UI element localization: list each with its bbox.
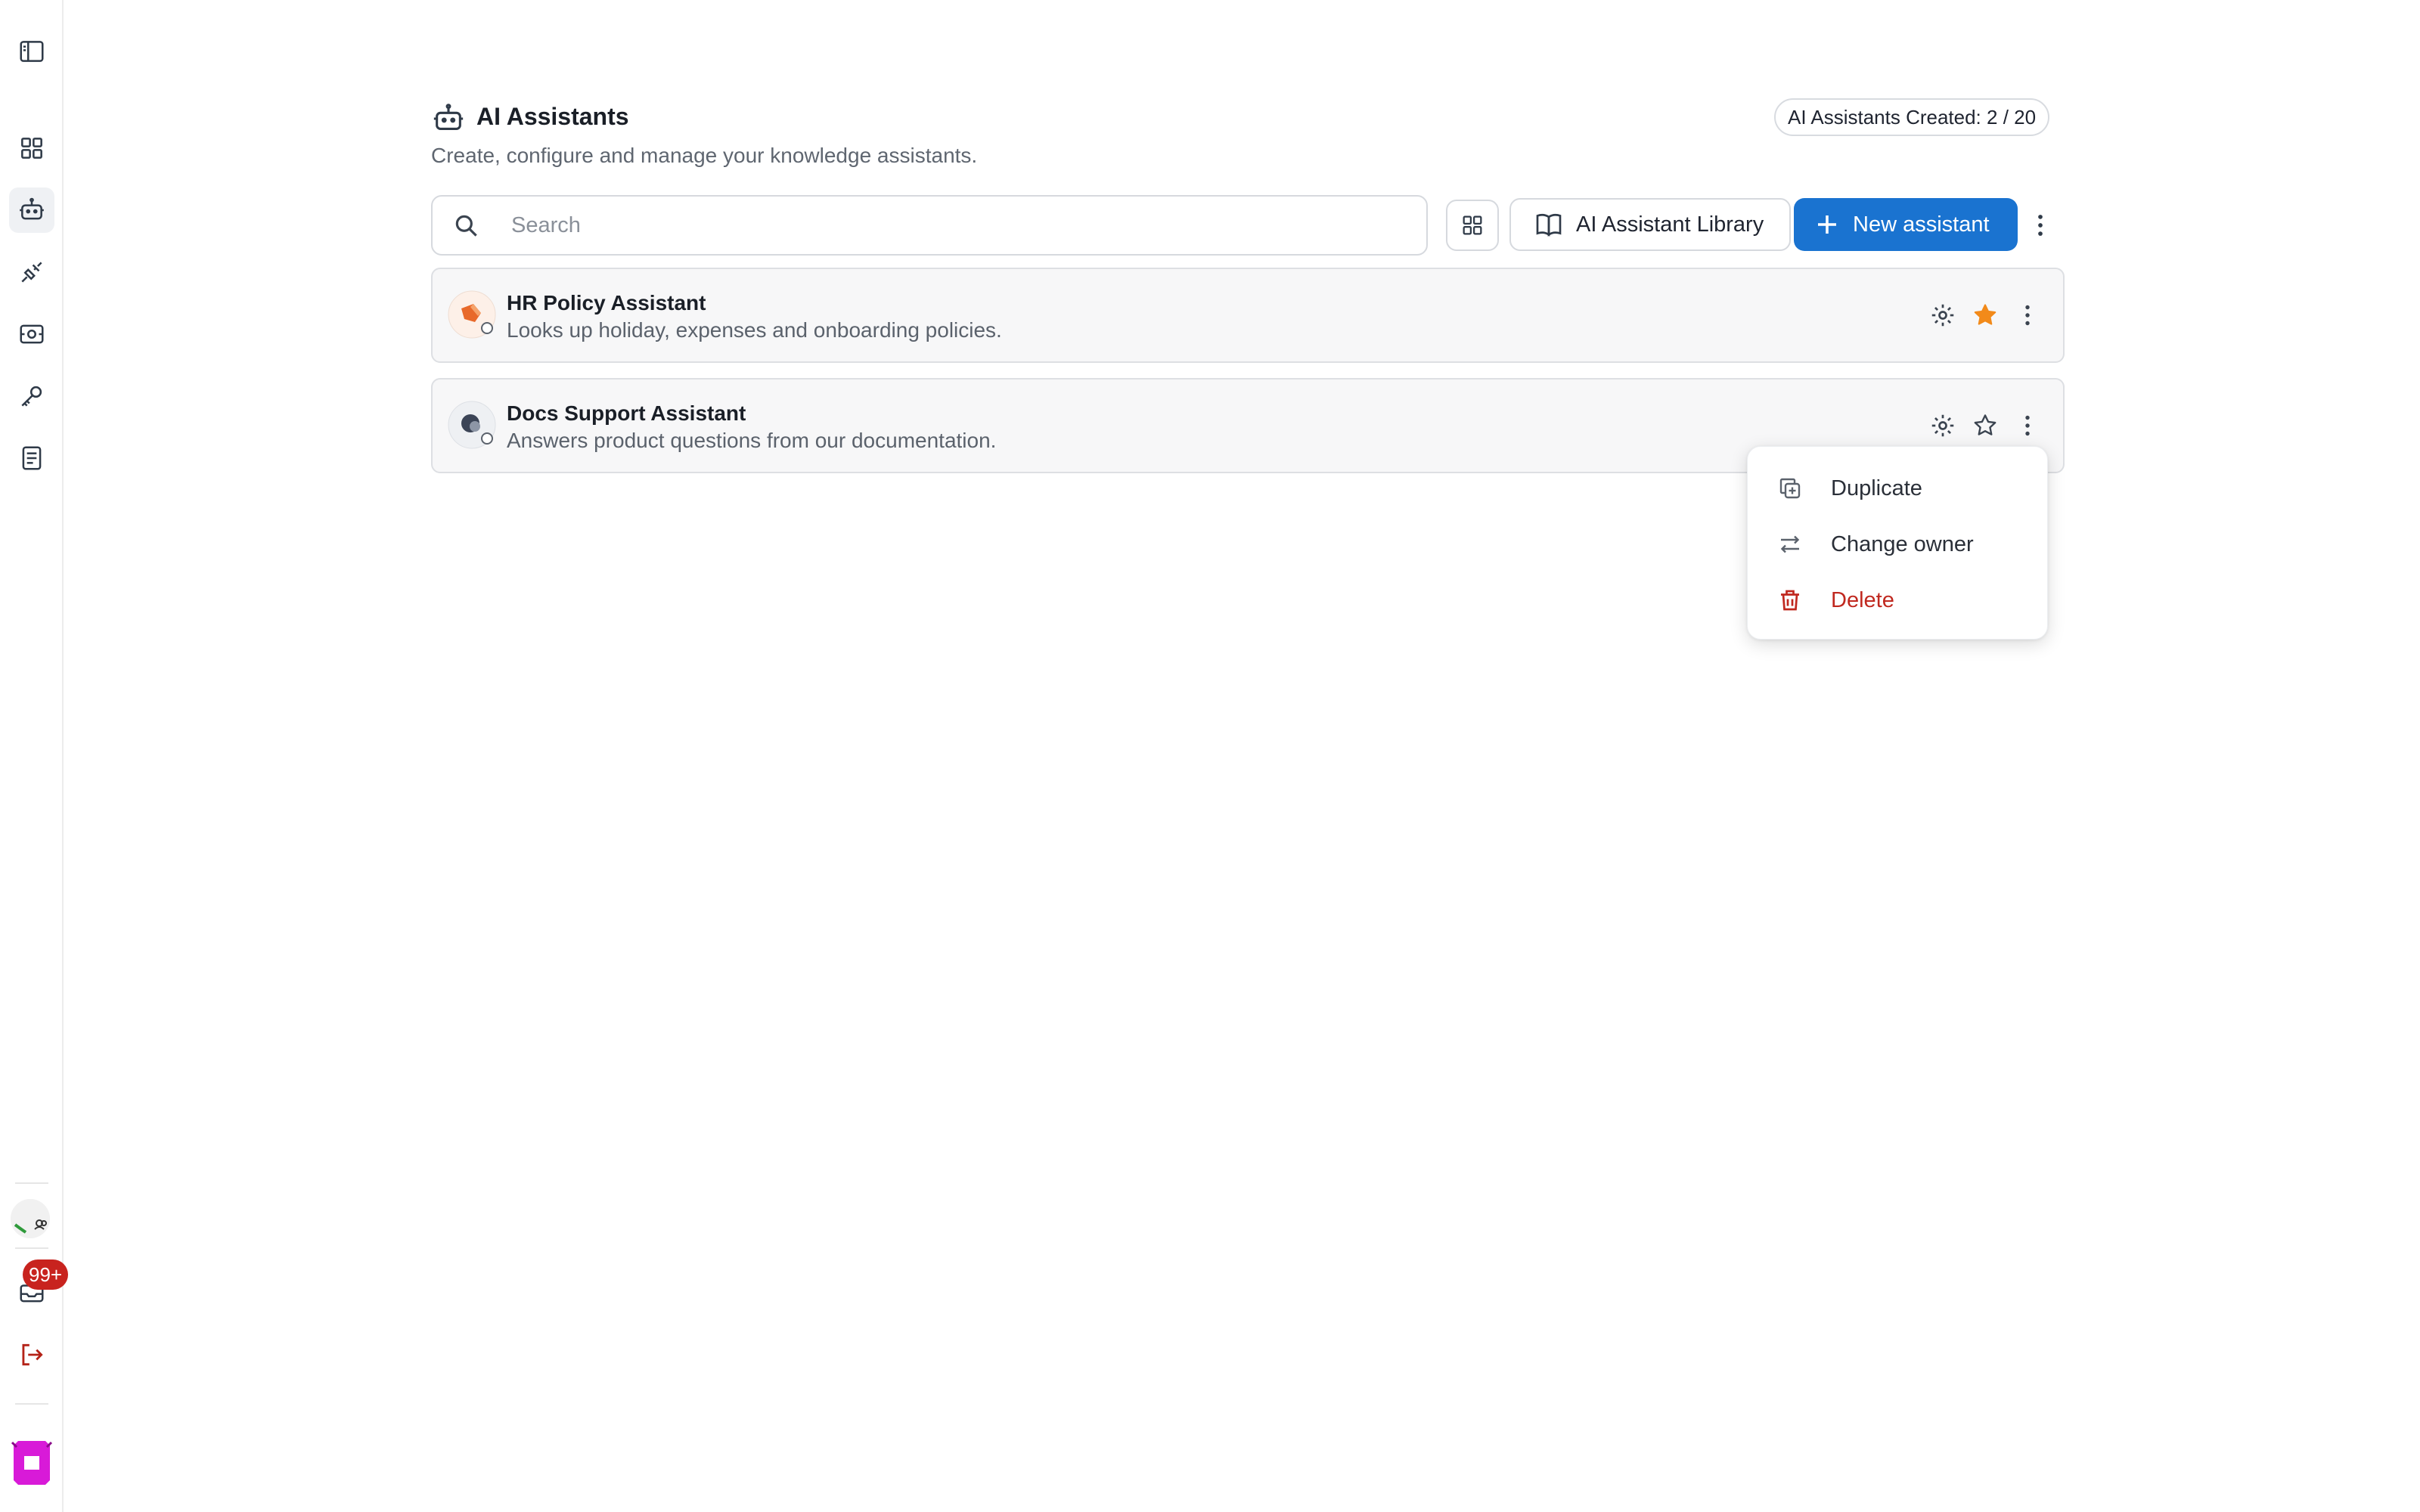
- search-input[interactable]: [511, 197, 1411, 254]
- new-assistant-label: New assistant: [1853, 212, 1990, 237]
- favorite-star-icon[interactable]: [1968, 408, 2003, 443]
- assistant-library-label: AI Assistant Library: [1576, 212, 1764, 237]
- plus-icon: [1818, 215, 1836, 234]
- integration-icon[interactable]: [9, 311, 54, 357]
- duplicate-icon: [1779, 478, 1801, 499]
- menu-item-label: Change owner: [1831, 531, 1974, 556]
- assistant-card[interactable]: HR Policy Assistant Looks up holiday, ex…: [431, 268, 2065, 363]
- dashboard-grid-icon[interactable]: [9, 125, 54, 171]
- settings-icon[interactable]: [1925, 408, 1960, 443]
- app-logo[interactable]: [9, 1438, 54, 1486]
- quota-badge: AI Assistants Created: 2 / 20: [1774, 98, 2050, 136]
- notification-badge: 99+: [23, 1259, 69, 1290]
- assistant-library-button[interactable]: AI Assistant Library: [1509, 198, 1791, 251]
- sidebar-divider: [15, 1403, 48, 1405]
- swap-icon: [1780, 535, 1800, 553]
- sidebar: 99+: [0, 0, 69, 1512]
- sidebar-toggle-icon[interactable]: [9, 29, 54, 74]
- search-icon: [452, 212, 481, 240]
- favorite-star-icon[interactable]: [1968, 298, 2003, 333]
- search-box[interactable]: [431, 195, 1428, 256]
- assistant-avatar: [448, 290, 496, 339]
- user-avatar[interactable]: [11, 1199, 50, 1238]
- assistant-name: HR Policy Assistant: [507, 291, 706, 314]
- sidebar-divider: [15, 1247, 48, 1249]
- page-title: AI Assistants: [476, 103, 629, 130]
- card-menu-icon[interactable]: [2010, 408, 2045, 443]
- menu-item-label: Duplicate: [1831, 476, 1922, 500]
- more-options-icon[interactable]: [2024, 207, 2057, 243]
- document-icon[interactable]: [9, 435, 54, 481]
- settings-icon[interactable]: [1925, 298, 1960, 333]
- card-menu-icon[interactable]: [2010, 298, 2045, 333]
- assistant-description: Looks up holiday, expenses and onboardin…: [507, 318, 1002, 342]
- page-subtitle: Create, configure and manage your knowle…: [431, 144, 978, 167]
- assistant-avatar: [448, 401, 496, 449]
- book-icon: [1536, 213, 1562, 237]
- new-assistant-button[interactable]: New assistant: [1794, 198, 2018, 251]
- context-menu: Duplicate Change owner Delete: [1747, 446, 2048, 640]
- logout-icon[interactable]: [9, 1332, 54, 1377]
- robot-icon: [431, 101, 466, 136]
- menu-item-label: Delete: [1831, 587, 1894, 612]
- grid-icon: [1463, 215, 1482, 235]
- grid-view-button[interactable]: [1446, 200, 1499, 251]
- assistant-description: Answers product questions from our docum…: [507, 429, 997, 452]
- robot-icon[interactable]: [9, 187, 54, 233]
- plug-icon[interactable]: [9, 249, 54, 295]
- key-icon[interactable]: [9, 373, 54, 419]
- sidebar-divider: [15, 1182, 48, 1184]
- trash-icon: [1781, 590, 1799, 611]
- menu-item-delete[interactable]: Delete: [1748, 574, 2049, 627]
- menu-item-change-owner[interactable]: Change owner: [1748, 518, 2049, 571]
- menu-item-duplicate[interactable]: Duplicate: [1748, 462, 2049, 515]
- assistant-name: Docs Support Assistant: [507, 401, 746, 425]
